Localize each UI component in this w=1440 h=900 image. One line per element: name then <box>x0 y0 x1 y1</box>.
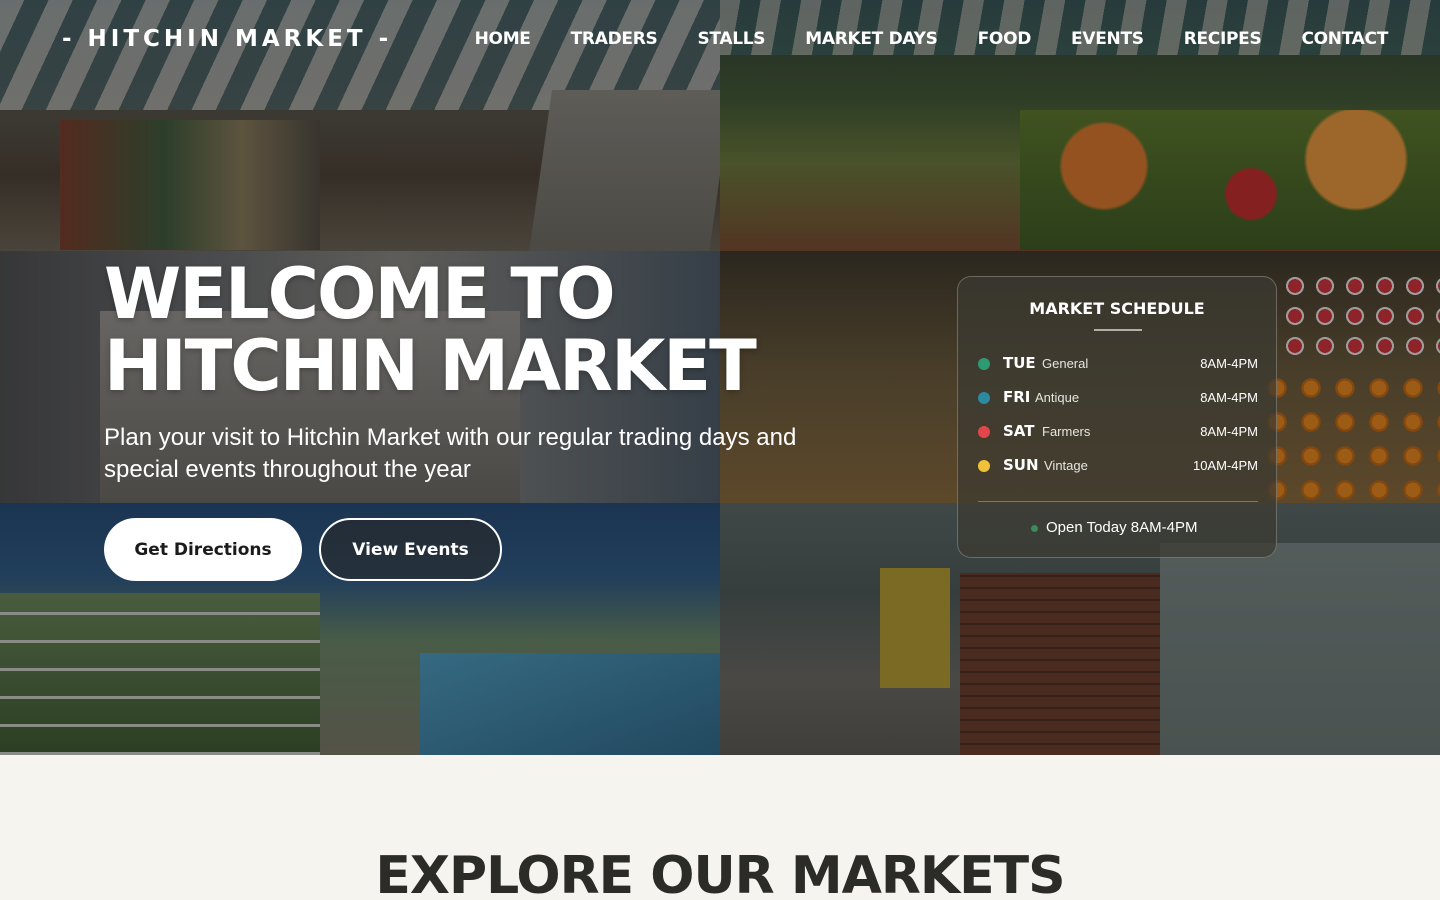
status-dot-icon <box>978 358 990 370</box>
nav-link-events[interactable]: EVENTS <box>1071 29 1144 49</box>
open-status-text: Open Today 8AM-4PM <box>1046 519 1198 536</box>
schedule-market-type: General <box>1042 356 1089 371</box>
hero-title-line-2: HITCHIN MARKET <box>104 325 757 407</box>
schedule-row-fri: FRI Antique 8AM-4PM <box>978 387 1258 409</box>
nav-link-home[interactable]: HOME <box>475 29 531 49</box>
nav-link-market-days[interactable]: MARKET DAYS <box>805 29 938 49</box>
view-events-button[interactable]: View Events <box>319 518 502 581</box>
schedule-day: SAT <box>1003 422 1035 440</box>
schedule-row-sat: SAT Farmers 8AM-4PM <box>978 421 1258 443</box>
nav-link-recipes[interactable]: RECIPES <box>1184 29 1262 49</box>
nav-link-contact[interactable]: CONTACT <box>1301 29 1388 49</box>
nav-link-traders[interactable]: TRADERS <box>571 29 658 49</box>
hero-title: WELCOME TO HITCHIN MARKET <box>104 258 757 402</box>
schedule-market-type: Antique <box>1035 390 1080 405</box>
open-status-dot-icon <box>1031 525 1038 532</box>
site-logo[interactable]: - HITCHIN MARKET - <box>62 26 392 52</box>
top-navigation: - HITCHIN MARKET - HOME TRADERS STALLS M… <box>0 0 1440 80</box>
schedule-row-tue: TUE General 8AM-4PM <box>978 353 1258 375</box>
nav-links: HOME TRADERS STALLS MARKET DAYS FOOD EVE… <box>475 29 1389 49</box>
schedule-title: MARKET SCHEDULE <box>1029 299 1205 318</box>
status-dot-icon <box>978 426 990 438</box>
schedule-market-type: Farmers <box>1042 424 1091 439</box>
hero-subtitle: Plan your visit to Hitchin Market with o… <box>104 424 797 483</box>
get-directions-button[interactable]: Get Directions <box>104 518 302 581</box>
schedule-divider <box>978 501 1258 502</box>
schedule-hours: 8AM-4PM <box>1200 424 1258 439</box>
hero-title-line-1: WELCOME TO <box>104 253 616 335</box>
schedule-day: TUE <box>1003 354 1036 372</box>
market-schedule-card: MARKET SCHEDULE TUE General 8AM-4PM FRI … <box>957 276 1277 558</box>
schedule-row-sun: SUN Vintage 10AM-4PM <box>978 455 1258 477</box>
status-dot-icon <box>978 460 990 472</box>
schedule-hours: 8AM-4PM <box>1200 390 1258 405</box>
schedule-hours: 8AM-4PM <box>1200 356 1258 371</box>
schedule-day: SUN <box>1003 456 1039 474</box>
schedule-title-underline <box>1094 329 1142 331</box>
nav-link-food[interactable]: FOOD <box>978 29 1032 49</box>
nav-link-stalls[interactable]: STALLS <box>697 29 765 49</box>
status-dot-icon <box>978 392 990 404</box>
schedule-day: FRI <box>1003 388 1031 406</box>
explore-markets-heading: EXPLORE OUR MARKETS <box>375 846 1065 900</box>
schedule-hours: 10AM-4PM <box>1192 458 1258 473</box>
schedule-market-type: Vintage <box>1044 458 1088 473</box>
